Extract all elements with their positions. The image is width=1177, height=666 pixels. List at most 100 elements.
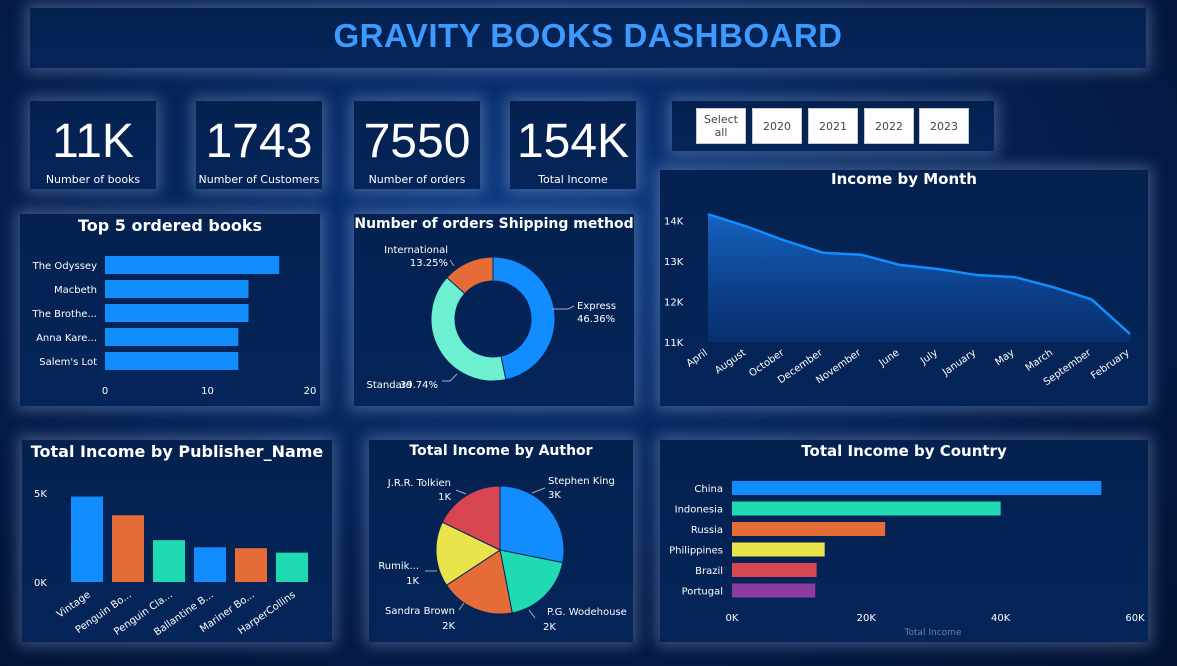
dashboard-title: GRAVITY BOOKS DASHBOARD [333,17,843,54]
slice-label: P.G. Wodehouse [547,607,627,618]
shipping-panel: Number of orders Shipping method Express… [354,214,634,406]
x-tick-label: Vintage [55,589,93,620]
author-pie-chart: Stephen King 3K P.G. Wodehouse 2K Sandra Bro… [378,476,627,633]
leader-line [531,487,546,494]
slice-label: Express [577,301,616,312]
bar [105,304,249,322]
y-tick-label: 11K [664,338,684,349]
bar [732,522,886,536]
slice-label: Rumik... [378,561,419,572]
x-tick-label: 20 [304,386,317,397]
kpi-label: Number of books [45,173,141,186]
bar [732,542,825,557]
y-tick-label: Brazil [695,566,723,577]
y-tick-label: 0K [34,578,47,589]
y-tick-label: Salem's Lot [39,357,97,368]
x-tick-label: July [918,347,940,367]
pie-slice [430,276,507,382]
slice-value: 1K [406,576,419,587]
slicer-option-2022[interactable]: 2022 [864,108,914,144]
leader-line [449,259,455,267]
publisher-chart: 5K0KVintagePenguin Bo...Penguin Cla...Ba… [34,489,308,638]
bar [105,328,239,346]
slice-label: J.R.R. Tolkien [387,478,451,489]
kpi-card-income: 154K Total Income [510,101,636,189]
shipping-donut-chart: Express46.36%Standard39.74%International… [367,245,617,391]
income-month-panel: Income by Month 11K 12K 13K 14K April August O… [660,170,1148,406]
x-tick-label: May [993,347,1016,368]
slicer-option-2023[interactable]: 2023 [919,108,969,144]
slicer-option-2020[interactable]: 2020 [752,108,802,144]
x-tick-label: April [685,347,710,369]
kpi-card-orders: 7550 Number of orders [354,101,480,189]
slice-label: Stephen King [548,476,615,487]
bar [276,552,308,582]
kpi-label: Number of orders [368,173,466,186]
income-month-chart: 11K12K13K14KApril August OctoberDecemberNo… [664,213,1132,388]
area-fill [708,214,1130,342]
slice-value: 3K [548,490,561,501]
x-tick-label: 20K [857,613,877,624]
leader-line [552,305,575,310]
bar [194,547,226,582]
x-tick-label: June [877,347,902,369]
kpi-value: 11K [52,115,134,168]
slice-value: 1K [438,492,451,503]
x-tick-label: August [713,347,748,376]
leader-line [455,489,467,495]
y-tick-label: 14K [664,216,684,227]
bar [235,548,267,582]
y-tick-label: Indonesia [675,505,723,516]
slice-value: 2K [442,621,455,632]
y-tick-label: Anna Kare... [36,333,97,344]
x-tick-label: March [1024,347,1055,373]
author-panel: Total Income by Author Stephen King 3K P.G… [369,440,633,642]
x-axis-label: Total Income [904,628,962,638]
slice-value: 13.25% [410,258,448,269]
kpi-card-customers: 1743 Number of Customers [196,101,322,189]
leader-line [528,609,536,619]
x-tick-label: January [940,347,978,378]
leader-line [442,373,458,382]
bar [71,496,103,582]
bar [732,481,1102,495]
slicer-option-select-all[interactable]: Select all [696,108,746,144]
top-books-panel: Top 5 ordered books The Odyssey Macbeth Th… [20,214,320,406]
x-tick-label: 10 [201,386,214,397]
kpi-label: Number of Customers [198,173,320,186]
y-tick-label: Philippines [669,546,723,557]
y-tick-label: China [694,484,723,495]
bar [732,583,816,598]
y-tick-label: 12K [664,297,684,308]
leader-line [458,602,465,611]
bar [105,256,280,274]
y-tick-label: Macbeth [54,285,97,296]
country-chart: China Indonesia Russia Philippines Brazil Por… [669,481,1145,638]
country-panel: Total Income by Country China Indonesia Ru… [660,440,1148,642]
slice-value: 2K [543,622,556,633]
kpi-value: 1743 [205,115,313,168]
bar [105,280,249,298]
slice-value: 39.74% [400,380,438,391]
y-tick-label: The Brothe... [31,309,97,320]
bar [732,501,1001,516]
slicer-option-2021[interactable]: 2021 [808,108,858,144]
x-tick-label: 60K [1125,613,1145,624]
y-tick-label: The Odyssey [32,261,97,272]
kpi-label: Total Income [538,173,608,186]
bar [105,352,239,370]
bar [153,540,185,582]
x-tick-label: 0 [102,386,108,397]
slice-label: Sandra Brown [385,606,455,617]
kpi-value: 7550 [363,115,471,168]
y-tick-label: Portugal [682,587,723,598]
bar [732,563,817,577]
title-bar: GRAVITY BOOKS DASHBOARD [30,8,1146,68]
top-books-chart: The Odyssey Macbeth The Brothe... Anna Kare… [31,256,317,397]
publisher-panel: Total Income by Publisher_Name 5K 0K Vinta… [22,440,332,642]
y-tick-label: Russia [691,525,723,536]
slice-label: International [384,245,448,256]
kpi-card-books: 11K Number of books [30,101,156,189]
x-tick-label: February [1089,347,1132,381]
slice-value: 46.36% [577,314,615,325]
